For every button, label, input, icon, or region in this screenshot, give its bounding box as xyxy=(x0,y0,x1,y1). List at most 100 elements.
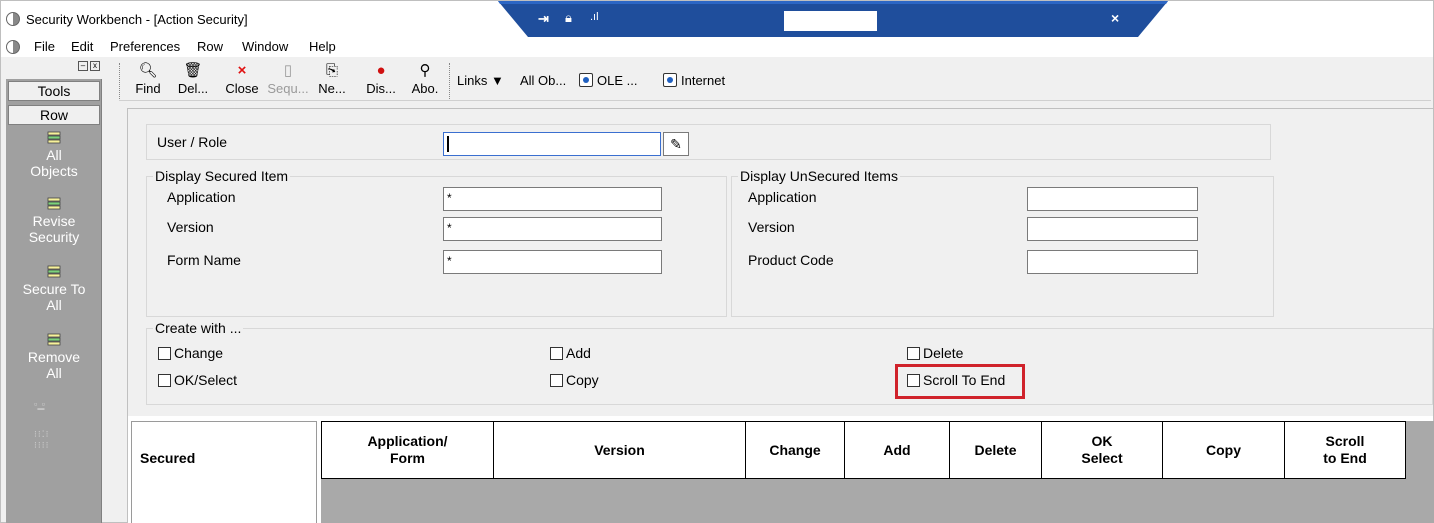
toolbar-separator xyxy=(449,63,450,99)
toolbar-separator xyxy=(119,63,120,99)
links-dropdown[interactable]: Links ▼ xyxy=(457,73,504,88)
column-header-scroll-to-end[interactable]: Scroll to End xyxy=(1285,422,1405,478)
unsecured-version-input[interactable] xyxy=(1027,217,1198,241)
secured-label: Secured xyxy=(140,450,196,466)
close-button[interactable]: × Close xyxy=(222,61,262,96)
left-panel: – x Tools Row All Objects Revise Securit… xyxy=(6,59,102,523)
display-icon: ● xyxy=(376,62,386,79)
secured-version-label: Version xyxy=(167,219,214,235)
chevron-down-icon: ▼ xyxy=(490,73,504,88)
system-menu-icon[interactable] xyxy=(6,40,20,54)
lock-icon[interactable]: 🔒︎ xyxy=(565,10,572,26)
text-caret xyxy=(447,136,449,152)
tools-button[interactable]: Tools xyxy=(8,81,100,101)
delete-label: Del... xyxy=(177,81,209,96)
column-header-change[interactable]: Change xyxy=(746,422,845,478)
create-with-group xyxy=(146,328,1433,405)
sequence-button[interactable]: ▯ Sequ... xyxy=(264,61,312,96)
menu-preferences[interactable]: Preferences xyxy=(110,39,180,54)
title-bar: Security Workbench - [Action Security] ⇥… xyxy=(1,1,1433,39)
window-title: Security Workbench - [Action Security] xyxy=(26,12,248,27)
column-header-line: OK xyxy=(1091,433,1113,449)
signal-icon: .ıl xyxy=(590,11,599,23)
copy-checkbox[interactable]: Copy xyxy=(550,372,599,388)
secured-version-input[interactable]: * xyxy=(443,217,662,241)
remove-all-label-2: All xyxy=(46,365,62,381)
connection-name-box xyxy=(784,11,877,31)
all-objects-item[interactable]: All Objects xyxy=(6,131,102,179)
display-button[interactable]: ● Dis... xyxy=(363,61,399,96)
sequence-icon: ▯ xyxy=(283,62,293,79)
row-button[interactable]: Row xyxy=(8,105,100,125)
secure-to-all-item[interactable]: Secure To All xyxy=(6,265,102,313)
column-header-copy[interactable]: Copy xyxy=(1163,422,1285,478)
revise-security-label-1: Revise xyxy=(32,213,76,229)
find-button[interactable]: 🔍︎ Find xyxy=(131,61,165,96)
highlight-box xyxy=(895,364,1025,399)
search-button[interactable]: ✎ xyxy=(663,132,689,156)
column-header-line: Version xyxy=(594,441,645,458)
secure-to-all-label-2: All xyxy=(46,297,62,313)
about-button[interactable]: ⚲ Abo. xyxy=(410,61,440,96)
unsecured-application-label: Application xyxy=(748,189,817,205)
secured-application-input[interactable]: * xyxy=(443,187,662,211)
grip-icon: ▫ ▫ ▔ xyxy=(34,399,46,419)
menu-file[interactable]: File xyxy=(34,39,55,54)
new-icon: ⎘ xyxy=(325,62,338,79)
menu-help[interactable]: Help xyxy=(309,39,336,54)
column-header-ok-select[interactable]: OK Select xyxy=(1042,422,1163,478)
dotted-grip-icon: ⁝⁝⁚⁝ ⁝⁝⁝⁝ xyxy=(34,429,50,450)
left-panel-header: – x xyxy=(6,59,102,79)
column-header-delete[interactable]: Delete xyxy=(950,422,1042,478)
ok-select-checkbox-label: OK/Select xyxy=(174,372,238,388)
ole-link[interactable]: OLE ... xyxy=(579,73,637,88)
column-header-version[interactable]: Version xyxy=(494,422,746,478)
remove-all-item[interactable]: Remove All xyxy=(6,333,102,381)
column-header-line: Copy xyxy=(1206,441,1241,458)
user-role-input[interactable] xyxy=(443,132,661,156)
column-header-application-form[interactable]: Application/Form xyxy=(322,422,494,478)
revise-security-label-2: Security xyxy=(28,229,80,245)
column-header-line: Select xyxy=(1081,450,1123,466)
add-checkbox[interactable]: Add xyxy=(550,345,591,361)
new-button[interactable]: ⎘ Ne... xyxy=(317,61,347,96)
about-icon: ⚲ xyxy=(419,62,431,79)
all-objects-link[interactable]: All Ob... xyxy=(520,73,566,88)
display-unsecured-legend: Display UnSecured Items xyxy=(738,168,900,184)
close-icon[interactable]: × xyxy=(1111,10,1119,26)
grid-body[interactable] xyxy=(321,479,1434,523)
restore-icon[interactable]: – xyxy=(78,61,88,71)
product-code-input[interactable] xyxy=(1027,250,1198,274)
delete-button[interactable]: 🗑︎ Del... xyxy=(176,61,210,96)
menu-edit[interactable]: Edit xyxy=(71,39,93,54)
internet-link[interactable]: Internet xyxy=(663,73,725,88)
menu-row[interactable]: Row xyxy=(197,39,223,54)
add-checkbox-label: Add xyxy=(566,345,591,361)
exit-icon xyxy=(47,131,61,144)
app-window: Security Workbench - [Action Security] ⇥… xyxy=(0,0,1434,523)
all-objects-label-1: All xyxy=(46,147,62,163)
internet-label: Internet xyxy=(681,73,726,88)
close-panel-icon[interactable]: x xyxy=(90,61,100,71)
unsecured-version-label: Version xyxy=(748,219,795,235)
delete-checkbox[interactable]: Delete xyxy=(907,345,963,361)
secure-to-all-label-1: Secure To xyxy=(22,281,86,297)
user-role-box xyxy=(146,124,1271,160)
revise-security-item[interactable]: Revise Security xyxy=(6,197,102,245)
checkbox-box xyxy=(158,347,171,360)
exit-icon xyxy=(47,333,61,346)
create-with-legend: Create with ... xyxy=(153,320,244,336)
column-header-line: Scroll xyxy=(1325,433,1365,449)
unsecured-application-input[interactable] xyxy=(1027,187,1198,211)
column-header-add[interactable]: Add xyxy=(845,422,950,478)
ok-select-checkbox[interactable]: OK/Select xyxy=(158,372,237,388)
change-checkbox[interactable]: Change xyxy=(158,345,223,361)
new-label: Ne... xyxy=(318,81,346,96)
product-code-label: Product Code xyxy=(748,252,834,268)
menu-window[interactable]: Window xyxy=(242,39,288,54)
pin-icon[interactable]: ⇥ xyxy=(538,11,549,27)
secured-form-name-input[interactable]: * xyxy=(443,250,662,274)
column-header-line: Add xyxy=(883,441,911,458)
internet-icon xyxy=(663,73,677,87)
checkbox-box xyxy=(907,347,920,360)
